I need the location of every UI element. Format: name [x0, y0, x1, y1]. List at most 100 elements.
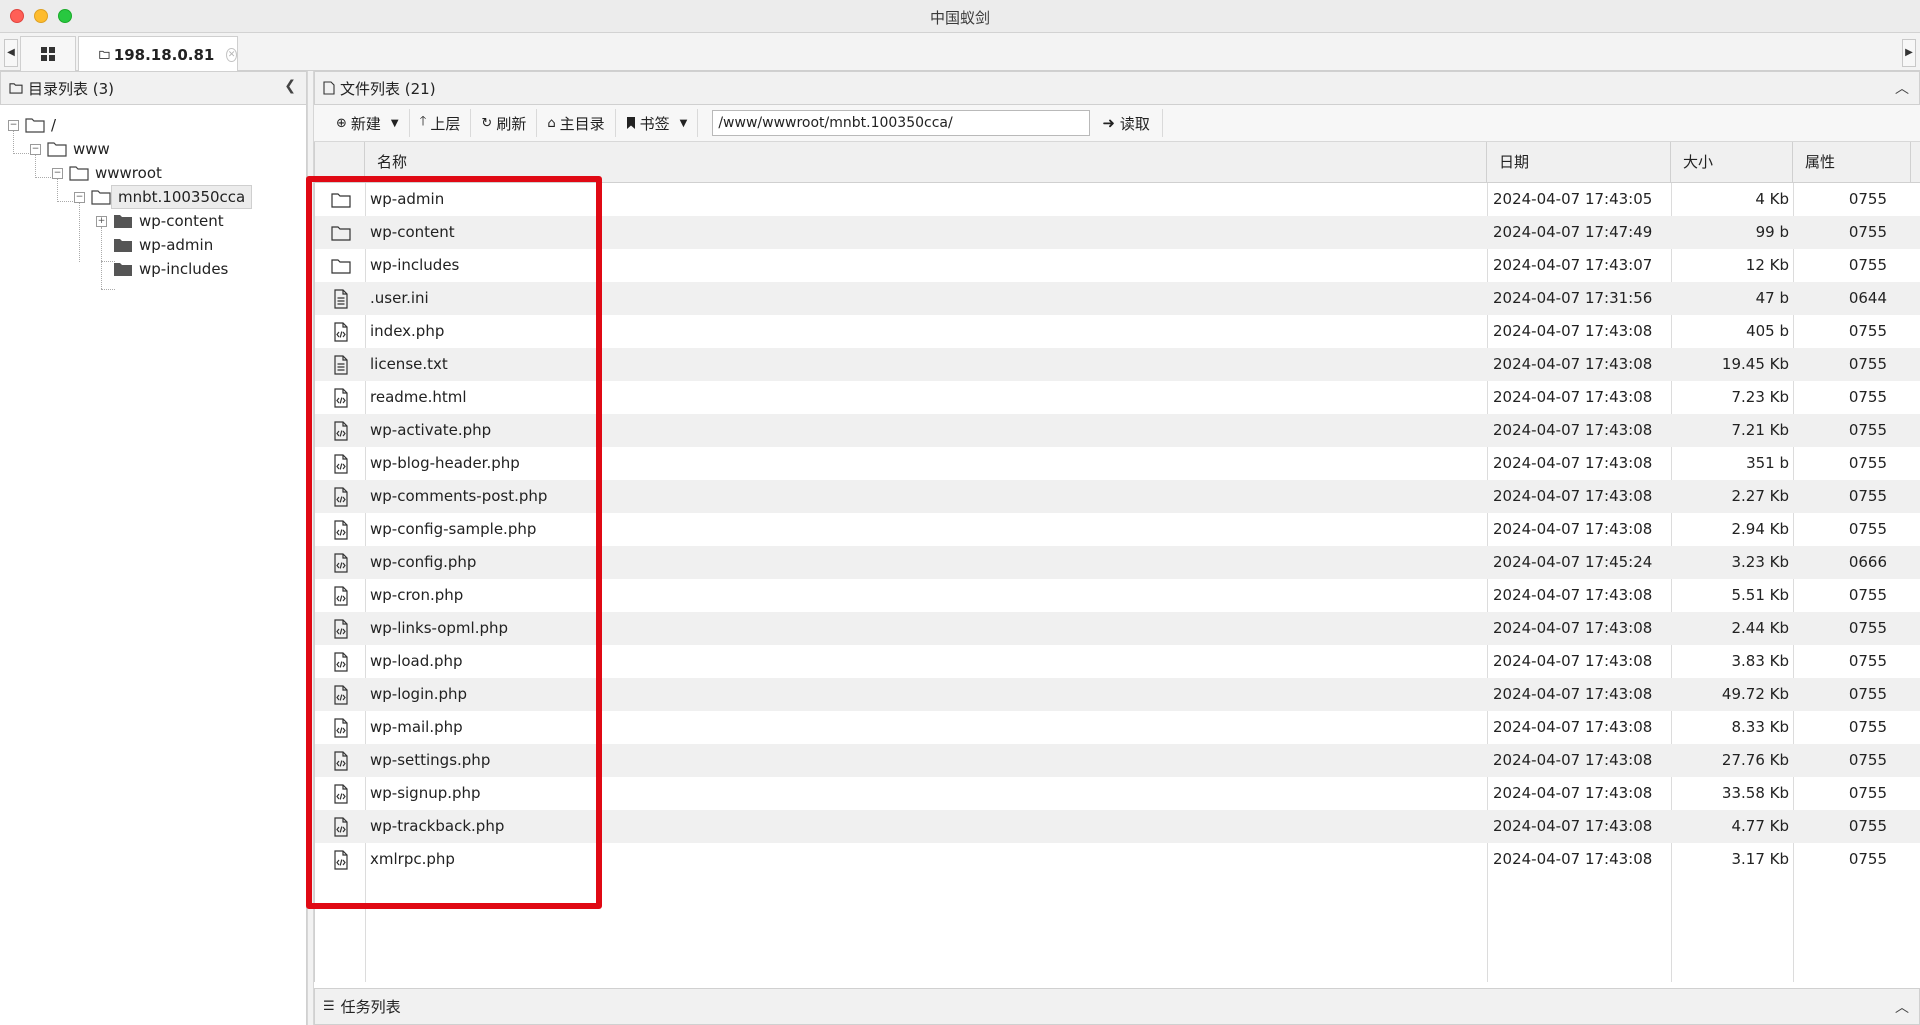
tree-node[interactable]: − / — [8, 113, 62, 137]
file-name: wp-content — [370, 223, 455, 241]
expand-icon[interactable]: + — [96, 215, 107, 227]
code-file-icon — [329, 711, 353, 744]
collapse-file-panel-icon[interactable]: ︿ — [1895, 78, 1909, 98]
collapse-icon[interactable]: − — [8, 119, 19, 131]
arrow-right-icon: ➜ — [1102, 114, 1115, 132]
file-row[interactable]: wp-activate.php 2024-04-07 17:43:08 7.21 K… — [315, 414, 1920, 447]
folder-open-icon — [25, 118, 45, 133]
tree-node[interactable]: + wp-content — [96, 209, 230, 233]
file-attr: 0755 — [1848, 586, 1887, 604]
file-row[interactable]: wp-blog-header.php 2024-04-07 17:43:08 351… — [315, 447, 1920, 480]
file-date: 2024-04-07 17:43:08 — [1493, 421, 1653, 439]
file-row[interactable]: wp-load.php 2024-04-07 17:43:08 3.83 Kb 075… — [315, 645, 1920, 678]
tree-node[interactable]: − www — [30, 137, 116, 161]
file-attr: 0755 — [1848, 355, 1887, 373]
header-date[interactable]: 日期 — [1487, 142, 1671, 183]
path-input[interactable] — [712, 110, 1091, 136]
code-file-icon — [329, 414, 353, 447]
tab-scroll-right-button[interactable]: ▶ — [1902, 39, 1916, 67]
tab-close-icon[interactable]: ✕ — [226, 47, 237, 62]
file-size: 3.17 Kb — [1731, 850, 1789, 868]
file-row[interactable]: wp-login.php 2024-04-07 17:43:08 49.72 Kb 0… — [315, 678, 1920, 711]
folder-icon — [114, 263, 132, 276]
file-name: wp-blog-header.php — [370, 454, 520, 472]
file-size: 3.83 Kb — [1731, 652, 1789, 670]
file-date: 2024-04-07 17:43:08 — [1493, 520, 1653, 538]
file-row[interactable]: wp-trackback.php 2024-04-07 17:43:08 4.77 … — [315, 810, 1920, 843]
tree-node-label: wwwroot — [95, 164, 162, 182]
file-row[interactable]: .user.ini 2024-04-07 17:31:56 47 b 0644 — [315, 282, 1920, 315]
file-date: 2024-04-07 17:43:08 — [1493, 850, 1653, 868]
new-button-label: 新建 — [350, 114, 381, 133]
tree-node[interactable]: wp-includes — [96, 257, 234, 281]
file-row[interactable]: wp-config.php 2024-04-07 17:45:24 3.23 Kb 0… — [315, 546, 1920, 579]
file-size: 99 b — [1755, 223, 1789, 241]
tree-node[interactable]: − wwwroot — [52, 161, 168, 185]
file-name: wp-login.php — [370, 685, 468, 703]
tab-shell-connection[interactable]: 198.18.0.81 ✕ — [78, 36, 238, 72]
file-name: wp-comments-post.php — [370, 487, 548, 505]
file-date: 2024-04-07 17:43:05 — [1493, 190, 1653, 208]
tree-node-label: www — [73, 140, 110, 158]
collapse-left-panel-icon[interactable]: ❮ — [284, 78, 296, 94]
file-row[interactable]: readme.html 2024-04-07 17:43:08 7.23 Kb 075… — [315, 381, 1920, 414]
file-row[interactable]: wp-content 2024-04-07 17:47:49 99 b 0755 — [315, 216, 1920, 249]
collapse-icon[interactable]: − — [52, 167, 63, 179]
tab-scroll-left-button[interactable]: ◀ — [4, 39, 18, 67]
home-grid-button[interactable] — [20, 36, 76, 71]
home-directory-button[interactable]: ⌂ 主目录 — [537, 109, 616, 137]
file-row[interactable]: wp-cron.php 2024-04-07 17:43:08 5.51 Kb 075… — [315, 579, 1920, 612]
file-row[interactable]: wp-config-sample.php 2024-04-07 17:43:08 2… — [315, 513, 1920, 546]
file-size: 2.94 Kb — [1731, 520, 1789, 538]
directory-tree: − / − www − wwwroot − mnbt.100350cca + wp-content… — [0, 105, 307, 1025]
file-name: wp-settings.php — [370, 751, 491, 769]
code-file-icon — [329, 579, 353, 612]
up-level-button[interactable]: 🡑 上层 — [410, 109, 472, 137]
file-date: 2024-04-07 17:43:08 — [1493, 751, 1653, 769]
file-row[interactable]: wp-admin 2024-04-07 17:43:05 4 Kb 0755 — [315, 183, 1920, 216]
bookmark-button[interactable]: 书签 ▼ — [616, 109, 699, 137]
tree-node[interactable]: wp-admin — [96, 233, 219, 257]
new-button[interactable]: ⊕ 新建 ▼ — [326, 109, 410, 137]
directory-panel-header: 目录列表 (3) ❮ — [0, 71, 307, 105]
file-name: wp-links-opml.php — [370, 619, 509, 637]
header-name[interactable]: 名称 — [365, 142, 1487, 183]
file-size: 7.21 Kb — [1731, 421, 1789, 439]
file-rows: wp-admin 2024-04-07 17:43:05 4 Kb 0755 wp-co… — [315, 183, 1920, 876]
tree-node-label: / — [51, 116, 57, 134]
file-size: 19.45 Kb — [1721, 355, 1789, 373]
window-title: 中国蚁剑 — [929, 9, 990, 27]
file-attr: 0755 — [1848, 751, 1887, 769]
file-name: wp-includes — [370, 256, 460, 274]
file-row[interactable]: license.txt 2024-04-07 17:43:08 19.45 Kb 07… — [315, 348, 1920, 381]
read-path-button[interactable]: ➜ 读取 — [1090, 109, 1163, 137]
tree-node-label: wp-content — [139, 212, 224, 230]
file-name: wp-activate.php — [370, 421, 492, 439]
file-row[interactable]: xmlrpc.php 2024-04-07 17:43:08 3.17 Kb 0755 — [315, 843, 1920, 876]
file-attr: 0755 — [1848, 619, 1887, 637]
file-row[interactable]: wp-signup.php 2024-04-07 17:43:08 33.58 Kb… — [315, 777, 1920, 810]
code-file-icon — [329, 315, 353, 348]
file-row[interactable]: wp-includes 2024-04-07 17:43:07 12 Kb 0755 — [315, 249, 1920, 282]
collapse-task-panel-icon[interactable]: ︿ — [1895, 997, 1909, 1017]
file-row[interactable]: wp-comments-post.php 2024-04-07 17:43:08 2… — [315, 480, 1920, 513]
file-row[interactable]: index.php 2024-04-07 17:43:08 405 b 0755 — [315, 315, 1920, 348]
home-directory-label: 主目录 — [559, 114, 605, 133]
file-row[interactable]: wp-settings.php 2024-04-07 17:43:08 27.76 … — [315, 744, 1920, 777]
file-attr: 0755 — [1848, 784, 1887, 802]
collapse-icon[interactable]: − — [74, 191, 85, 203]
file-name: wp-config-sample.php — [370, 520, 537, 538]
panel-splitter[interactable] — [307, 71, 314, 1025]
folder-icon — [329, 183, 353, 216]
refresh-button[interactable]: ↻ 刷新 — [471, 109, 538, 137]
file-row[interactable]: wp-links-opml.php 2024-04-07 17:43:08 2.44… — [315, 612, 1920, 645]
header-attr[interactable]: 属性 — [1793, 142, 1911, 183]
file-size: 8.33 Kb — [1731, 718, 1789, 736]
file-attr: 0755 — [1848, 487, 1887, 505]
tree-node[interactable]: − mnbt.100350cca — [74, 185, 253, 209]
file-name: xmlrpc.php — [370, 850, 455, 868]
file-attr: 0755 — [1848, 850, 1887, 868]
header-size[interactable]: 大小 — [1671, 142, 1793, 183]
file-row[interactable]: wp-mail.php 2024-04-07 17:43:08 8.33 Kb 075… — [315, 711, 1920, 744]
collapse-icon[interactable]: − — [30, 143, 41, 155]
